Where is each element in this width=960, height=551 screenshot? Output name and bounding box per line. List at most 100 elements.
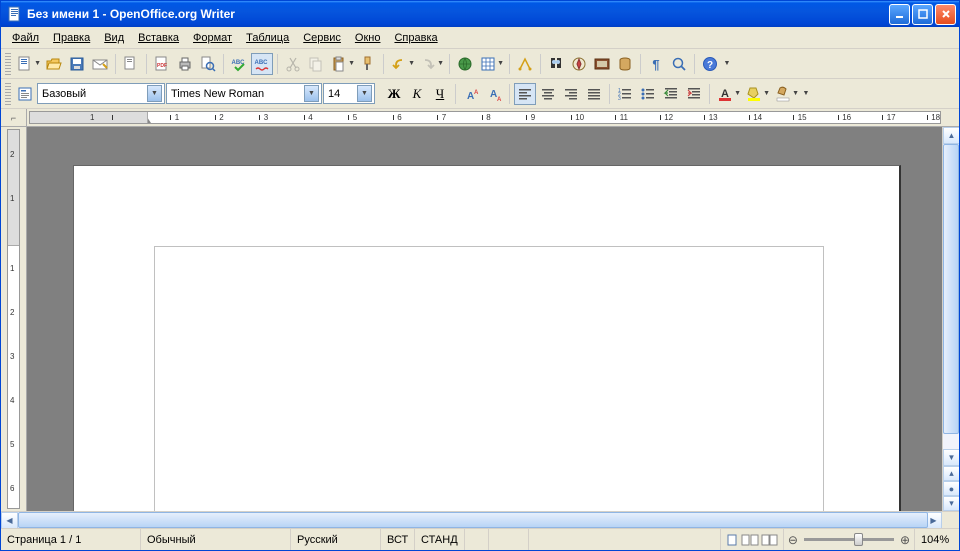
paragraph-style-combo[interactable]: Базовый▼ <box>37 83 165 104</box>
status-page[interactable]: Страница 1 / 1 <box>1 529 141 550</box>
decrease-indent-button[interactable] <box>660 83 682 105</box>
status-modified[interactable] <box>465 529 489 550</box>
scroll-thumb[interactable] <box>943 144 959 434</box>
align-right-button[interactable] <box>560 83 582 105</box>
autospellcheck-button[interactable]: ABC <box>251 53 273 75</box>
menu-insert[interactable]: Вставка <box>131 30 186 46</box>
next-page-button[interactable]: ▾ <box>943 496 959 511</box>
styles-button[interactable] <box>14 83 36 105</box>
subscript-button[interactable]: AA <box>483 83 505 105</box>
status-style[interactable]: Обычный <box>141 529 291 550</box>
menu-file[interactable]: Файл <box>5 30 46 46</box>
font-color-button[interactable]: A▼ <box>714 83 736 105</box>
table-button[interactable]: ▼ <box>477 53 499 75</box>
scroll-track[interactable] <box>18 512 925 528</box>
toolbar-grip[interactable] <box>5 83 11 105</box>
format-paintbrush-button[interactable] <box>357 53 379 75</box>
single-page-icon[interactable] <box>725 533 739 547</box>
scroll-track[interactable] <box>943 144 959 449</box>
gallery-button[interactable] <box>591 53 613 75</box>
save-button[interactable] <box>66 53 88 75</box>
zoom-slider[interactable] <box>804 538 894 541</box>
menu-format[interactable]: Формат <box>186 30 239 46</box>
book-view-icon[interactable] <box>761 533 779 547</box>
svg-text:ABC: ABC <box>255 60 269 66</box>
redo-button[interactable]: ▼ <box>417 53 439 75</box>
minimize-button[interactable] <box>889 4 910 25</box>
zoom-out-button[interactable]: ⊖ <box>788 533 798 547</box>
spellcheck-button[interactable]: ABC <box>228 53 250 75</box>
bullet-list-button[interactable] <box>637 83 659 105</box>
menu-service[interactable]: Сервис <box>296 30 348 46</box>
print-button[interactable] <box>174 53 196 75</box>
status-language[interactable]: Русский <box>291 529 381 550</box>
show-draw-button[interactable] <box>514 53 536 75</box>
zoom-value[interactable]: 104% <box>915 529 959 550</box>
copy-button[interactable] <box>305 53 327 75</box>
view-layout-buttons <box>721 529 784 550</box>
horizontal-ruler[interactable]: ⌐ 1123456789101112131415161718 <box>1 109 959 127</box>
zoom-in-button[interactable]: ⊕ <box>900 533 910 547</box>
toolbar-options-button[interactable]: ▼ <box>801 83 811 105</box>
text-frame[interactable] <box>154 246 824 511</box>
svg-text:A: A <box>497 97 502 102</box>
bold-button[interactable]: Ж <box>383 83 405 105</box>
menu-edit[interactable]: Правка <box>46 30 97 46</box>
numbered-list-button[interactable]: 123 <box>614 83 636 105</box>
zoom-button[interactable] <box>668 53 690 75</box>
highlight-button[interactable]: ▼ <box>743 83 765 105</box>
new-doc-button[interactable]: ▼ <box>14 53 36 75</box>
align-left-button[interactable] <box>514 83 536 105</box>
font-name-combo[interactable]: Times New Roman▼ <box>166 83 322 104</box>
nonprinting-chars-button[interactable]: ¶ <box>645 53 667 75</box>
increase-indent-button[interactable] <box>683 83 705 105</box>
align-justify-button[interactable] <box>583 83 605 105</box>
find-button[interactable] <box>545 53 567 75</box>
italic-button[interactable]: К <box>406 83 428 105</box>
status-selection-mode[interactable]: СТАНД <box>415 529 465 550</box>
nav-ball-button[interactable]: ● <box>943 481 959 496</box>
align-center-button[interactable] <box>537 83 559 105</box>
vertical-scrollbar[interactable]: ▲ ▼ ▴ ● ▾ <box>942 127 959 511</box>
superscript-button[interactable]: AA <box>460 83 482 105</box>
open-button[interactable] <box>43 53 65 75</box>
toolbar-options-button[interactable]: ▼ <box>722 53 732 75</box>
menu-view[interactable]: Вид <box>97 30 131 46</box>
page <box>73 165 901 511</box>
scroll-down-button[interactable]: ▼ <box>943 449 959 466</box>
menu-table[interactable]: Таблица <box>239 30 296 46</box>
export-pdf-button[interactable]: PDF <box>151 53 173 75</box>
menu-window[interactable]: Окно <box>348 30 388 46</box>
multi-page-icon[interactable] <box>741 533 759 547</box>
zoom-slider-handle[interactable] <box>854 533 863 546</box>
window-controls <box>889 4 956 25</box>
horizontal-scrollbar[interactable]: ◀ ▶ <box>1 511 959 528</box>
close-button[interactable] <box>935 4 956 25</box>
email-button[interactable] <box>89 53 111 75</box>
font-size-combo[interactable]: 14▼ <box>323 83 375 104</box>
help-button[interactable]: ? <box>699 53 721 75</box>
scroll-left-button[interactable]: ◀ <box>1 512 18 529</box>
paste-button[interactable]: ▼ <box>328 53 350 75</box>
cut-button[interactable] <box>282 53 304 75</box>
undo-button[interactable]: ▼ <box>388 53 410 75</box>
hyperlink-button[interactable] <box>454 53 476 75</box>
separator <box>509 84 510 104</box>
edit-file-button[interactable] <box>120 53 142 75</box>
svg-text:?: ? <box>707 60 713 71</box>
menu-help[interactable]: Справка <box>387 30 444 46</box>
status-insert-mode[interactable]: ВСТ <box>381 529 415 550</box>
document-canvas[interactable] <box>27 127 942 511</box>
vertical-ruler[interactable]: 12345621 <box>1 127 27 511</box>
prev-page-button[interactable]: ▴ <box>943 466 959 481</box>
datasources-button[interactable] <box>614 53 636 75</box>
background-color-button[interactable]: ▼ <box>772 83 794 105</box>
scroll-up-button[interactable]: ▲ <box>943 127 959 144</box>
status-signature[interactable] <box>489 529 529 550</box>
toolbar-grip[interactable] <box>5 53 11 75</box>
underline-button[interactable]: Ч <box>429 83 451 105</box>
print-preview-button[interactable] <box>197 53 219 75</box>
navigator-button[interactable] <box>568 53 590 75</box>
maximize-button[interactable] <box>912 4 933 25</box>
scroll-thumb[interactable] <box>18 512 928 528</box>
